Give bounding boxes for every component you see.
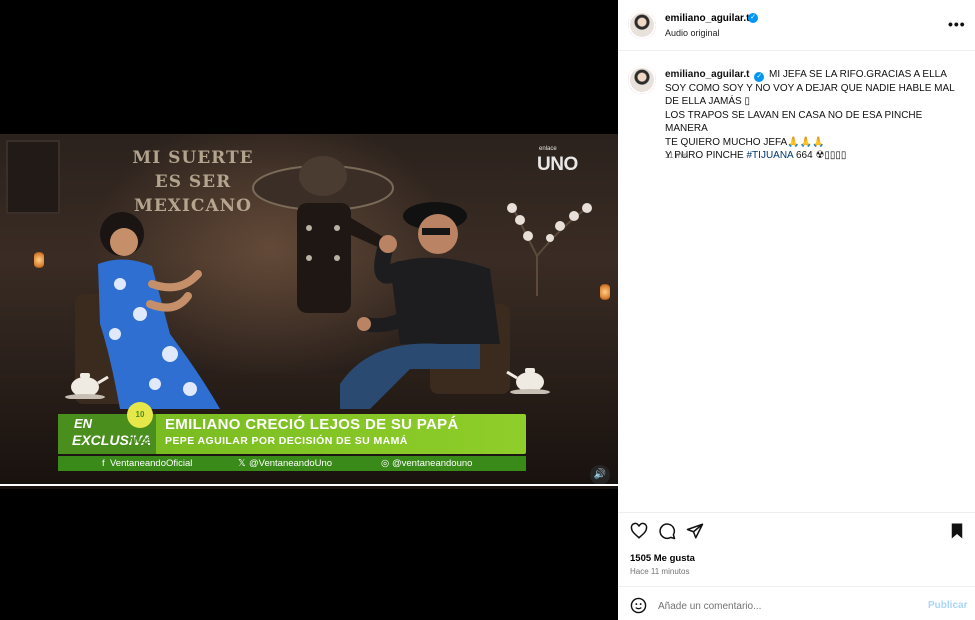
header-username[interactable]: emiliano_aguilar.t	[665, 13, 749, 24]
social-x: @VentaneandoUno	[249, 458, 333, 469]
heart-icon[interactable]	[630, 522, 648, 540]
caption-line2: LOS TRAPOS SE LAVAN EN CASA NO DE ESA PI…	[665, 109, 923, 135]
volume-icon[interactable]: 🔊	[590, 465, 610, 485]
caption-username[interactable]: emiliano_aguilar.t	[665, 69, 749, 80]
lower-third-social-bar: f VentaneandoOficial 𝕏 @VentaneandoUno ◎…	[58, 456, 526, 471]
more-icon[interactable]: •••	[948, 16, 966, 32]
video-progress-fill	[0, 484, 618, 486]
verified-badge-icon: ✓	[748, 13, 758, 23]
caption-line3: TE QUIERO MUCHO JEFA🙏🙏🙏	[665, 136, 825, 148]
post-panel: emiliano_aguilar.t ✓ Audio original ••• …	[618, 0, 975, 620]
header-divider	[618, 50, 975, 51]
likes-count[interactable]: 1505 Me gusta	[630, 553, 695, 564]
caption-line4-suffix: 664 ☢▯▯▯▯	[793, 150, 847, 162]
hashtag-link[interactable]: #TIJUANA	[747, 150, 794, 161]
comment-icon[interactable]	[658, 522, 676, 540]
social-instagram: @ventaneandouno	[392, 458, 473, 469]
video-progress-bar[interactable]	[0, 484, 618, 486]
facebook-icon: f	[102, 458, 105, 469]
instagram-icon: ◎	[381, 458, 390, 469]
caption-avatar[interactable]	[628, 66, 656, 94]
emoji-icon[interactable]	[630, 597, 647, 614]
lower-third: EN EXCLUSIVA 10 AÑOS EMILIANO CRECIÓ LEJ…	[0, 134, 618, 489]
posted-time: Hace 11 minutos	[630, 567, 690, 576]
exclusive-badge-line1: EN	[74, 416, 93, 431]
lower-third-headline: EMILIANO CRECIÓ LEJOS DE SU PAPÁ	[165, 416, 459, 433]
actions-divider	[618, 512, 975, 513]
comment-input[interactable]	[658, 598, 918, 614]
audio-label[interactable]: Audio original	[665, 28, 720, 38]
caption-time: 11 min	[665, 151, 689, 160]
verified-badge-icon: ✓	[754, 72, 765, 82]
social-facebook: VentaneandoOficial	[110, 458, 193, 469]
post-caption: emiliano_aguilar.t ✓ MI JEFA SE LA RIFO.…	[665, 68, 965, 162]
video-player[interactable]: MI SUERTE ES SER MEXICANO enlace UNO EN …	[0, 0, 618, 620]
paper-plane-icon[interactable]	[686, 522, 704, 540]
publish-button[interactable]: Publicar	[928, 600, 967, 611]
anniversary-badge: 10 AÑOS	[127, 402, 153, 445]
bookmark-icon[interactable]	[948, 522, 966, 540]
lower-third-subheadline: PEPE AGUILAR POR DECISIÓN DE SU MAMÁ	[165, 435, 408, 447]
comment-divider	[618, 586, 975, 587]
x-icon: 𝕏	[238, 458, 246, 469]
avatar[interactable]	[628, 11, 656, 39]
